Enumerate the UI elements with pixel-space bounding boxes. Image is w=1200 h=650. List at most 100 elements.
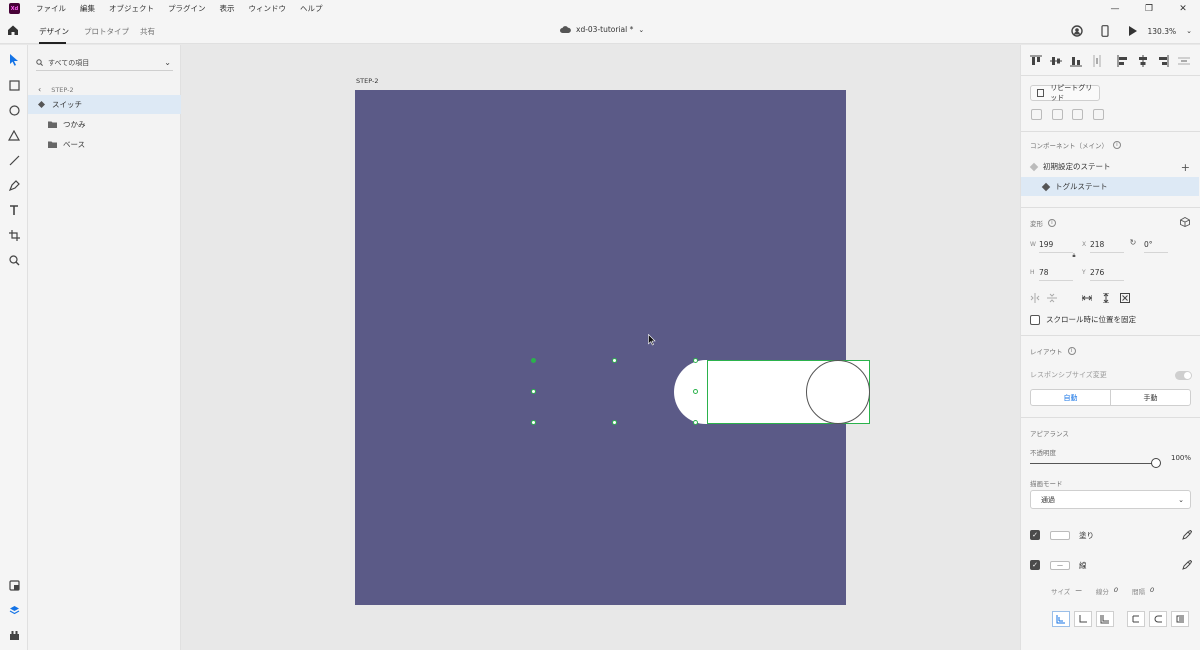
dash-value[interactable]: 0 xyxy=(1114,586,1118,596)
resize-manual-button[interactable]: 手動 xyxy=(1110,390,1190,405)
document-title[interactable]: xd-03-tutorial * ⌄ xyxy=(560,25,644,34)
polygon-tool-icon[interactable] xyxy=(7,128,21,142)
align-left-icon[interactable] xyxy=(1117,55,1129,67)
selection-handle[interactable] xyxy=(531,420,536,425)
align-center-icon[interactable] xyxy=(1137,55,1149,67)
state-default[interactable]: 初期設定のステート xyxy=(1021,157,1199,176)
gap-value[interactable]: 0 xyxy=(1150,586,1154,596)
state-toggle[interactable]: トグルステート xyxy=(1021,177,1199,196)
align-right-icon[interactable] xyxy=(1157,55,1169,67)
artboard[interactable] xyxy=(355,90,870,605)
menu-window[interactable]: ウィンドウ xyxy=(249,3,287,14)
resize-height-icon[interactable] xyxy=(1101,293,1111,303)
selection-handle[interactable] xyxy=(693,420,698,425)
repeat-grid-button[interactable]: リピートグリッド xyxy=(1030,84,1100,102)
lock-aspect-icon[interactable]: 🔒︎ xyxy=(1069,251,1079,261)
pen-tool-icon[interactable] xyxy=(7,178,21,192)
stroke-center-button[interactable] xyxy=(1074,611,1092,627)
stroke-cap-butt-button[interactable] xyxy=(1127,611,1145,627)
selection-handle[interactable] xyxy=(612,420,617,425)
artboard-label[interactable]: STEP-2 xyxy=(356,77,378,85)
layer-item-knob[interactable]: つかみ xyxy=(28,115,181,134)
info-icon[interactable]: i xyxy=(1048,219,1056,227)
tab-share[interactable]: 共有 xyxy=(140,26,155,37)
ellipse-tool-icon[interactable] xyxy=(7,103,21,117)
layer-search[interactable]: すべての項目 ⌄ xyxy=(36,55,173,71)
info-icon[interactable]: i xyxy=(1067,347,1076,355)
flip-horizontal-icon[interactable] xyxy=(1030,293,1040,303)
rotation-input[interactable]: 0° xyxy=(1144,240,1168,253)
opacity-slider-track[interactable] xyxy=(1030,463,1158,464)
back-arrow-icon[interactable]: ‹ xyxy=(38,85,41,94)
menu-file[interactable]: ファイル xyxy=(36,3,66,14)
stroke-inside-button[interactable] xyxy=(1052,611,1070,627)
menu-view[interactable]: 表示 xyxy=(220,3,235,14)
y-input[interactable]: 276 xyxy=(1090,268,1124,281)
selection-handle[interactable] xyxy=(531,389,536,394)
opacity-slider-thumb[interactable] xyxy=(1151,458,1161,468)
checkbox[interactable] xyxy=(1030,314,1040,325)
resize-auto-button[interactable]: 自動 xyxy=(1031,390,1110,405)
eyedropper-icon[interactable] xyxy=(1182,530,1192,540)
info-icon[interactable]: i xyxy=(1113,141,1121,149)
width-input[interactable]: 199 xyxy=(1039,240,1073,253)
align-bottom-icon[interactable] xyxy=(1070,55,1082,67)
align-middle-icon[interactable] xyxy=(1050,55,1062,67)
artboard-tool-icon[interactable] xyxy=(7,228,21,242)
play-preview-icon[interactable] xyxy=(1126,24,1140,38)
fix-position-checkbox[interactable]: スクロール時に位置を固定 xyxy=(1030,314,1136,325)
align-top-icon[interactable] xyxy=(1030,55,1042,67)
stroke-outside-button[interactable] xyxy=(1096,611,1114,627)
switch-knob[interactable] xyxy=(806,360,870,424)
stroke-color-swatch[interactable]: — xyxy=(1050,560,1070,570)
tab-design[interactable]: デザイン xyxy=(39,26,69,37)
boolean-intersect-icon[interactable] xyxy=(1072,109,1083,120)
selection-handle[interactable] xyxy=(612,358,617,363)
menu-help[interactable]: ヘルプ xyxy=(300,3,323,14)
blend-mode-select[interactable]: 通過 ⌄ xyxy=(1030,490,1191,509)
x-input[interactable]: 218 xyxy=(1090,240,1124,253)
document-assets-icon[interactable] xyxy=(7,578,21,592)
restore-button[interactable]: ❐ xyxy=(1132,0,1166,17)
add-state-icon[interactable]: + xyxy=(1181,161,1190,174)
layers-icon[interactable] xyxy=(7,603,21,617)
menu-plugins[interactable]: プラグイン xyxy=(168,3,206,14)
user-icon[interactable] xyxy=(1070,24,1084,38)
boolean-exclude-icon[interactable] xyxy=(1093,109,1104,120)
stroke-checkbox[interactable]: ✓ xyxy=(1030,560,1040,570)
chevron-down-icon[interactable]: ⌄ xyxy=(164,58,171,67)
tab-prototype[interactable]: プロトタイプ xyxy=(84,26,129,37)
stroke-cap-square-button[interactable] xyxy=(1171,611,1189,627)
breadcrumb[interactable]: ‹ STEP-2 xyxy=(38,85,74,94)
zoom-chevron-icon[interactable]: ⌄ xyxy=(1186,27,1192,35)
layer-item-base[interactable]: ベース xyxy=(28,135,181,154)
distribute-vertical-icon[interactable] xyxy=(1091,55,1103,67)
stroke-cap-round-button[interactable] xyxy=(1149,611,1167,627)
eyedropper-icon[interactable] xyxy=(1182,560,1192,570)
menu-edit[interactable]: 編集 xyxy=(80,3,95,14)
fill-color-swatch[interactable] xyxy=(1050,530,1070,540)
fill-checkbox[interactable]: ✓ xyxy=(1030,530,1040,540)
zoom-tool-icon[interactable] xyxy=(7,253,21,267)
3d-transform-icon[interactable] xyxy=(1180,217,1190,227)
canvas[interactable]: STEP-2 xyxy=(181,45,1020,650)
plugins-icon[interactable] xyxy=(7,628,21,642)
rectangle-tool-icon[interactable] xyxy=(7,78,21,92)
distribute-horizontal-icon[interactable] xyxy=(1178,55,1190,67)
boolean-add-icon[interactable] xyxy=(1031,109,1042,120)
home-icon[interactable] xyxy=(6,23,20,37)
selection-handle[interactable] xyxy=(693,358,698,363)
height-input[interactable]: 78 xyxy=(1039,268,1073,281)
layer-item-switch[interactable]: スイッチ xyxy=(28,95,181,114)
select-tool-icon[interactable] xyxy=(7,53,21,67)
selection-handle[interactable] xyxy=(693,389,698,394)
responsive-resize-toggle[interactable] xyxy=(1175,370,1192,380)
close-button[interactable]: ✕ xyxy=(1166,0,1200,17)
line-tool-icon[interactable] xyxy=(7,153,21,167)
minimize-button[interactable]: — xyxy=(1098,0,1132,17)
fit-content-icon[interactable] xyxy=(1120,293,1130,303)
boolean-subtract-icon[interactable] xyxy=(1052,109,1063,120)
flip-vertical-icon[interactable] xyxy=(1047,293,1057,303)
menu-object[interactable]: オブジェクト xyxy=(109,3,154,14)
opacity-value[interactable]: 100% xyxy=(1171,454,1191,462)
